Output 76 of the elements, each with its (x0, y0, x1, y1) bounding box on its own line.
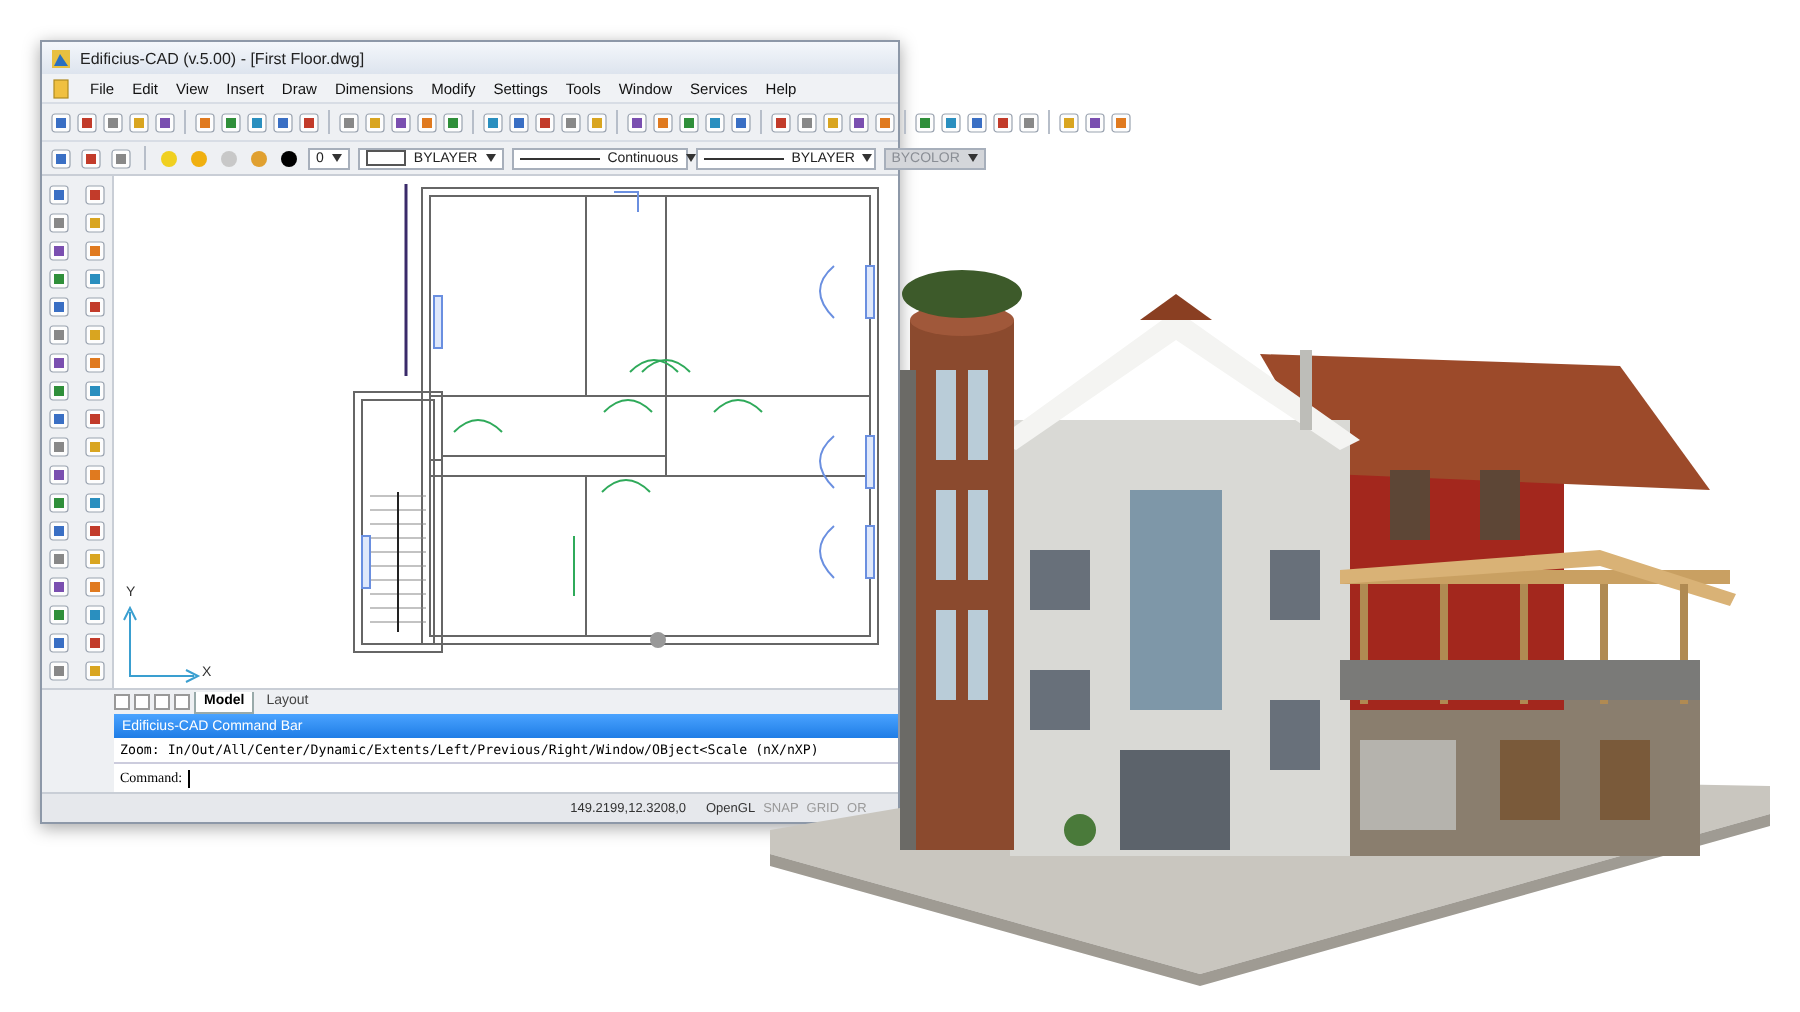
tool-icon[interactable] (83, 296, 106, 318)
tool-icon[interactable] (48, 380, 71, 402)
tool-icon[interactable] (560, 111, 582, 133)
tool-icon[interactable] (770, 111, 792, 133)
caret-icon[interactable] (331, 154, 342, 162)
document-icon[interactable] (50, 77, 72, 99)
tool-icon[interactable] (992, 111, 1014, 133)
ucs-axis-icon (123, 605, 201, 683)
tool-icon[interactable] (48, 548, 71, 570)
tool-icon[interactable] (48, 464, 71, 486)
tool-icon[interactable] (914, 111, 936, 133)
tool-icon[interactable] (272, 111, 294, 133)
tool-icon[interactable] (442, 111, 464, 133)
window-title: Edificius-CAD (v.5.00) - [First Floor.dwg] (80, 49, 365, 67)
layer-state-icon[interactable] (278, 147, 300, 169)
tool-icon[interactable] (110, 147, 132, 169)
tool-icon[interactable] (48, 492, 71, 514)
tool-icon[interactable] (48, 408, 71, 430)
tool-icon[interactable] (83, 632, 106, 654)
app-logo-icon (50, 47, 72, 69)
tool-icon[interactable] (80, 147, 102, 169)
tool-icon[interactable] (102, 111, 124, 133)
tool-icon[interactable] (48, 436, 71, 458)
tool-icon[interactable] (194, 111, 216, 133)
tool-icon[interactable] (83, 268, 106, 290)
tool-icon[interactable] (83, 576, 106, 598)
tool-icon[interactable] (83, 240, 106, 262)
tool-icon[interactable] (246, 111, 268, 133)
tool-icon[interactable] (48, 296, 71, 318)
tool-icon[interactable] (48, 520, 71, 542)
tool-icon[interactable] (678, 111, 700, 133)
tool-icon[interactable] (83, 408, 106, 430)
caret-icon[interactable] (862, 154, 873, 162)
tool-icon[interactable] (48, 324, 71, 346)
tool-icon[interactable] (48, 268, 71, 290)
tool-icon[interactable] (534, 111, 556, 133)
tool-icon[interactable] (83, 184, 106, 206)
caret-icon[interactable] (485, 154, 496, 162)
tool-icon[interactable] (704, 111, 726, 133)
tool-icon[interactable] (940, 111, 962, 133)
tool-icon[interactable] (652, 111, 674, 133)
tool-icon[interactable] (338, 111, 360, 133)
tool-icon[interactable] (48, 660, 71, 682)
tool-icon[interactable] (730, 111, 752, 133)
tool-icon[interactable] (298, 111, 320, 133)
tool-icon[interactable] (416, 111, 438, 133)
tool-icon[interactable] (48, 184, 71, 206)
tool-icon[interactable] (626, 111, 648, 133)
tool-icon[interactable] (874, 111, 896, 133)
tool-icon[interactable] (48, 212, 71, 234)
tool-icon[interactable] (83, 464, 106, 486)
tool-icon[interactable] (83, 520, 106, 542)
tool-icon[interactable] (48, 604, 71, 626)
tool-icon[interactable] (796, 111, 818, 133)
tool-icon[interactable] (154, 111, 176, 133)
tool-icon[interactable] (48, 352, 71, 374)
tool-icon[interactable] (848, 111, 870, 133)
tool-icon[interactable] (83, 604, 106, 626)
tool-icon[interactable] (48, 240, 71, 262)
tool-icon[interactable] (48, 632, 71, 654)
tool-icon[interactable] (482, 111, 504, 133)
tool-icon[interactable] (1018, 111, 1040, 133)
tool-icon[interactable] (508, 111, 530, 133)
tool-icon[interactable] (1084, 111, 1106, 133)
tool-icon[interactable] (83, 352, 106, 374)
tool-icon[interactable] (50, 111, 72, 133)
tool-icon[interactable] (83, 380, 106, 402)
caret-icon[interactable] (686, 154, 697, 162)
tool-icon[interactable] (76, 111, 98, 133)
tool-icon[interactable] (390, 111, 412, 133)
tool-icon[interactable] (220, 111, 242, 133)
tool-icon[interactable] (48, 576, 71, 598)
tool-icon[interactable] (1110, 111, 1132, 133)
tool-icon[interactable] (83, 492, 106, 514)
tool-icon[interactable] (50, 147, 72, 169)
tool-icon[interactable] (966, 111, 988, 133)
